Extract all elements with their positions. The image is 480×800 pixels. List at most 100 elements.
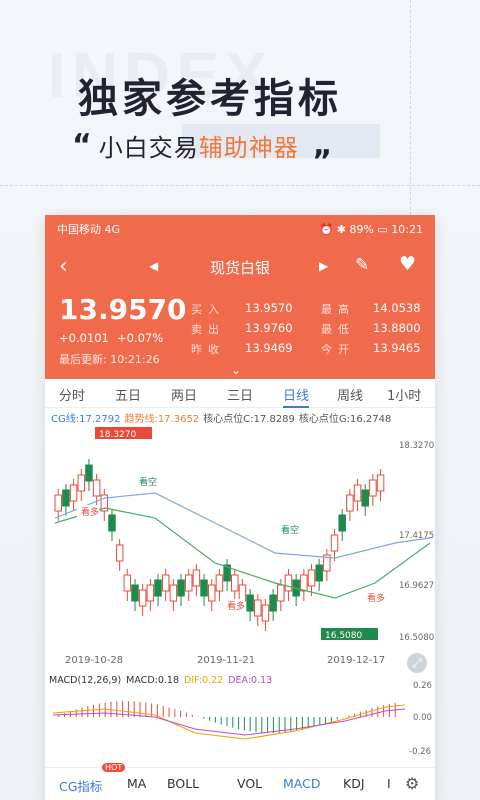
- prev-label: 昨收: [191, 343, 225, 356]
- candle: [246, 594, 254, 612]
- macd-y-tick: -0.26: [409, 747, 431, 757]
- candle: [54, 494, 62, 512]
- candle: [346, 494, 354, 512]
- candle: [376, 474, 385, 492]
- candle: [92, 479, 101, 497]
- candle: [154, 579, 162, 597]
- tab-macd[interactable]: MACD: [283, 776, 320, 791]
- candle: [315, 564, 323, 582]
- candle: [146, 584, 155, 602]
- candle: [200, 579, 208, 597]
- prev-value: 13.9469: [245, 341, 293, 355]
- candle: [215, 574, 224, 592]
- candle: [69, 484, 78, 502]
- candle: [207, 584, 216, 602]
- tab-ma[interactable]: MA: [127, 776, 146, 791]
- tab-i[interactable]: I: [387, 776, 391, 791]
- nav-bar: ‹ ◀ 现货白银 ▶ ✎ ♥: [45, 243, 435, 291]
- settings-icon[interactable]: ⚙: [405, 774, 419, 793]
- candle: [123, 574, 132, 592]
- x-tick: 2019-11-21: [197, 655, 256, 666]
- candle: [85, 464, 93, 482]
- next-icon[interactable]: ▶: [319, 259, 328, 273]
- tab-kdj[interactable]: KDJ: [343, 776, 365, 791]
- tab-3day[interactable]: 三日: [227, 385, 253, 404]
- macd-chart[interactable]: [45, 685, 435, 765]
- candle: [108, 514, 116, 532]
- page-title: 现货白银: [209, 258, 270, 277]
- tab-2day[interactable]: 两日: [171, 385, 197, 404]
- change-pct: +0.07%: [117, 331, 164, 345]
- y-tick: 17.4175: [399, 531, 435, 541]
- status-right: ⏰ ✱ 89% ▭ 10:21: [319, 222, 423, 236]
- period-tabs: 分时 五日 两日 三日 日线 周线 1小时: [45, 379, 435, 408]
- update-label: 最后更新:: [59, 353, 107, 366]
- sell-value: 13.9760: [245, 321, 293, 335]
- candle: [330, 534, 339, 552]
- change: +0.0101: [59, 331, 109, 345]
- heart-icon[interactable]: ♥: [399, 253, 416, 275]
- price: 13.9570: [59, 293, 187, 326]
- y-tick: 16.9627: [399, 581, 435, 591]
- candle: [131, 584, 139, 602]
- tab-1hour[interactable]: 1小时: [387, 385, 421, 404]
- signal-4: 看多: [367, 592, 385, 604]
- subline-part2: 辅助神器: [198, 133, 299, 162]
- candle: [277, 584, 285, 602]
- macd-y-tick: 0.00: [413, 713, 432, 723]
- tab-vol[interactable]: VOL: [237, 776, 262, 791]
- tab-daily[interactable]: 日线: [283, 385, 310, 408]
- fullscreen-icon[interactable]: ⤢: [407, 653, 427, 673]
- clock: 10:21: [391, 222, 423, 236]
- candle: [169, 584, 178, 602]
- tab-fenshi[interactable]: 分时: [59, 385, 85, 404]
- status-bar: 中国移动 4G ⏰ ✱ 89% ▭ 10:21: [45, 215, 435, 243]
- update-value: 10:21:26: [110, 353, 160, 366]
- low-value: 13.8800: [373, 321, 421, 335]
- chevron-down-icon[interactable]: ⌄: [231, 363, 241, 377]
- x-tick: 2019-10-28: [65, 655, 124, 666]
- candle: [269, 594, 277, 612]
- candle: [300, 574, 308, 592]
- subline: “ 小白交易 辅助神器 „: [72, 127, 334, 163]
- close-quote: „: [312, 127, 334, 163]
- headline: 独家参考指标: [78, 76, 342, 122]
- candle: [177, 579, 185, 597]
- candle: [231, 574, 239, 592]
- edit-icon[interactable]: ✎: [355, 255, 369, 275]
- buy-label: 买入: [191, 303, 225, 316]
- signal-2: 看多: [227, 600, 245, 612]
- candle: [338, 514, 346, 532]
- candle: [115, 544, 124, 562]
- candle: [361, 489, 369, 507]
- x-tick: 2019-12-17: [327, 655, 386, 666]
- candle: [77, 474, 86, 492]
- low-label: 最低: [321, 323, 355, 336]
- candle: [62, 489, 70, 507]
- candle: [238, 584, 247, 602]
- candle: [353, 484, 362, 502]
- open-quote: “: [72, 127, 93, 163]
- tab-5day[interactable]: 五日: [115, 385, 141, 404]
- candle: [261, 604, 270, 622]
- tab-cg[interactable]: CG指标: [59, 776, 102, 795]
- subline-part1: 小白交易: [98, 133, 199, 162]
- signal-0: 看多: [81, 506, 99, 518]
- open-label: 今开: [321, 343, 355, 356]
- candle: [284, 574, 293, 592]
- macd-y-tick: 0.26: [413, 681, 432, 691]
- dif-line: [52, 704, 406, 740]
- low-marker: 16.5080: [325, 631, 362, 641]
- y-tick: 18.3270: [399, 441, 435, 451]
- divider: [410, 0, 411, 215]
- candlestick-chart[interactable]: 18.327016.5080看多看空看多看空看多: [45, 423, 435, 653]
- sell-label: 卖出: [191, 323, 225, 336]
- quote-panel: 13.9570 +0.0101 +0.07% 最后更新: 10:21:26 买入…: [45, 291, 435, 379]
- open-value: 13.9465: [373, 341, 421, 355]
- signal-3: 看空: [281, 524, 299, 536]
- tab-weekly[interactable]: 周线: [337, 385, 363, 404]
- high-value: 14.0538: [373, 301, 421, 315]
- candle: [192, 569, 201, 587]
- tab-boll[interactable]: BOLL: [167, 776, 199, 791]
- candle: [369, 479, 377, 497]
